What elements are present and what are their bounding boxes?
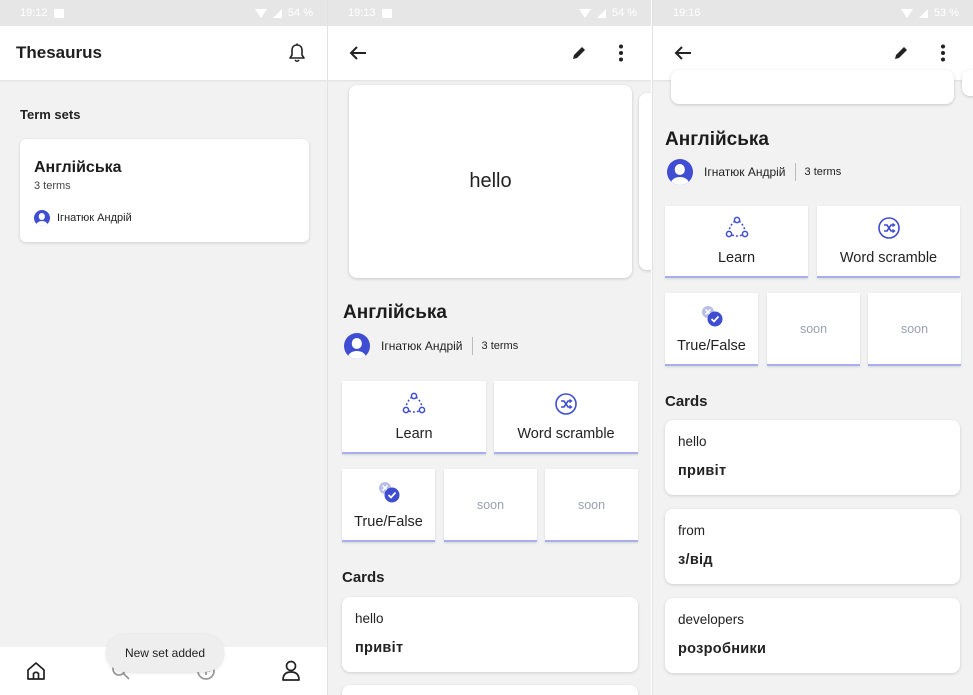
soon-label: soon (900, 321, 929, 336)
learn-label: Learn (395, 425, 433, 442)
status-bar: 19:13 54 % (328, 0, 651, 26)
avatar-icon (344, 333, 370, 359)
signal-icon (272, 8, 282, 18)
more-options-icon[interactable] (607, 39, 635, 67)
author-row: Ігнатюк Андрій 3 terms (667, 159, 841, 185)
notifications-bell-icon[interactable] (283, 39, 311, 67)
term-card[interactable]: hello привіт (342, 597, 638, 672)
set-author: Ігнатюк Андрій (381, 339, 463, 353)
divider (471, 337, 473, 355)
toast-message: New set added (106, 634, 224, 672)
screens: 19:12 54 % Thesaurus Term sets Англійськ… (0, 0, 973, 695)
back-arrow-icon[interactable] (669, 39, 697, 67)
term-text: from (678, 523, 705, 538)
signal-icon (596, 8, 606, 18)
definition-text: розробники (678, 641, 767, 657)
soon-mode-button-1: soon (767, 293, 860, 366)
image-notification-icon (381, 8, 392, 18)
image-notification-icon (53, 8, 64, 18)
true-false-icon (378, 481, 399, 502)
term-text: hello (678, 434, 707, 449)
term-card[interactable]: hello привіт (665, 420, 960, 495)
flashcard-text: hello (469, 170, 512, 192)
cards-heading: Cards (342, 569, 385, 586)
shuffle-icon (555, 392, 577, 415)
learn-icon (725, 216, 748, 238)
set-term-count: 3 terms (481, 340, 519, 352)
set-detail-screen-scrolled: 19:16 53 % Англійська Ігнатюк Андрій 3 t… (652, 0, 973, 695)
flashcard-partial[interactable] (671, 70, 954, 104)
set-title: Англійська (665, 129, 769, 150)
edit-pencil-icon[interactable] (565, 39, 593, 67)
soon-mode-button-1: soon (444, 469, 537, 542)
battery-level: 53 % (933, 7, 959, 19)
set-term-count: 3 terms (34, 180, 71, 192)
status-time: 19:13 (348, 7, 376, 19)
edit-pencil-icon[interactable] (887, 39, 915, 67)
next-flashcard-peek[interactable] (639, 93, 651, 270)
more-options-icon[interactable] (929, 39, 957, 67)
home-icon[interactable] (22, 657, 50, 685)
definition-text: привіт (355, 640, 404, 656)
set-title: Англійська (343, 302, 447, 323)
set-detail-screen-top: 19:13 54 % hello Англійська Ігнатюк Андр… (327, 0, 651, 695)
learn-mode-button[interactable]: Learn (665, 206, 808, 278)
wifi-icon (578, 8, 591, 18)
app-bar (328, 26, 651, 80)
term-set-card[interactable]: Англійська 3 terms Ігнатюк Андрій (20, 139, 309, 242)
set-name: Англійська (34, 159, 122, 176)
soon-mode-button-2: soon (868, 293, 961, 366)
battery-level: 54 % (287, 7, 313, 19)
term-card[interactable]: developers розробники (665, 598, 960, 673)
term-card[interactable]: from з/від (665, 509, 960, 584)
status-bar: 19:16 53 % (653, 0, 973, 26)
true-false-label: True/False (677, 337, 746, 354)
next-flashcard-peek[interactable] (962, 70, 973, 96)
term-sets-heading: Term sets (20, 107, 81, 122)
soon-label: soon (577, 497, 606, 512)
profile-icon[interactable] (277, 657, 305, 685)
true-false-button[interactable]: True/False (342, 469, 435, 542)
term-card-partial[interactable] (342, 685, 638, 695)
status-time: 19:16 (673, 7, 701, 19)
true-false-icon (701, 305, 722, 326)
learn-icon (402, 392, 426, 413)
author-row: Ігнатюк Андрій 3 terms (344, 333, 518, 359)
soon-mode-button-2: soon (545, 469, 638, 542)
back-arrow-icon[interactable] (344, 39, 372, 67)
app-title: Thesaurus (16, 43, 102, 62)
learn-label: Learn (717, 250, 756, 266)
avatar-icon (667, 159, 693, 185)
cards-heading: Cards (665, 393, 708, 410)
definition-text: з/від (678, 552, 713, 568)
set-author: Ігнатюк Андрій (704, 165, 786, 179)
set-term-count: 3 terms (804, 166, 842, 178)
word-scramble-button[interactable]: Word scramble (817, 206, 960, 278)
set-author: Ігнатюк Андрій (57, 212, 132, 224)
soon-label: soon (476, 497, 505, 512)
word-scramble-label: Word scramble (839, 250, 938, 266)
shuffle-icon (877, 217, 900, 239)
term-text: developers (678, 612, 745, 627)
status-time: 19:12 (20, 7, 48, 19)
avatar-icon (34, 210, 50, 226)
soon-label: soon (799, 321, 828, 336)
flashcard[interactable]: hello (349, 85, 632, 278)
learn-mode-button[interactable]: Learn (342, 381, 486, 454)
word-scramble-button[interactable]: Word scramble (494, 381, 638, 454)
app-bar: Thesaurus (0, 26, 327, 80)
divider (794, 163, 796, 181)
home-screen: 19:12 54 % Thesaurus Term sets Англійськ… (0, 0, 327, 695)
true-false-label: True/False (354, 513, 423, 530)
status-bar: 19:12 54 % (0, 0, 327, 26)
definition-text: привіт (678, 463, 727, 479)
wifi-icon (254, 8, 267, 18)
battery-level: 54 % (611, 7, 637, 19)
wifi-icon (900, 8, 913, 18)
signal-icon (918, 8, 928, 18)
true-false-button[interactable]: True/False (665, 293, 758, 366)
word-scramble-label: Word scramble (517, 425, 615, 442)
term-text: hello (355, 611, 384, 626)
